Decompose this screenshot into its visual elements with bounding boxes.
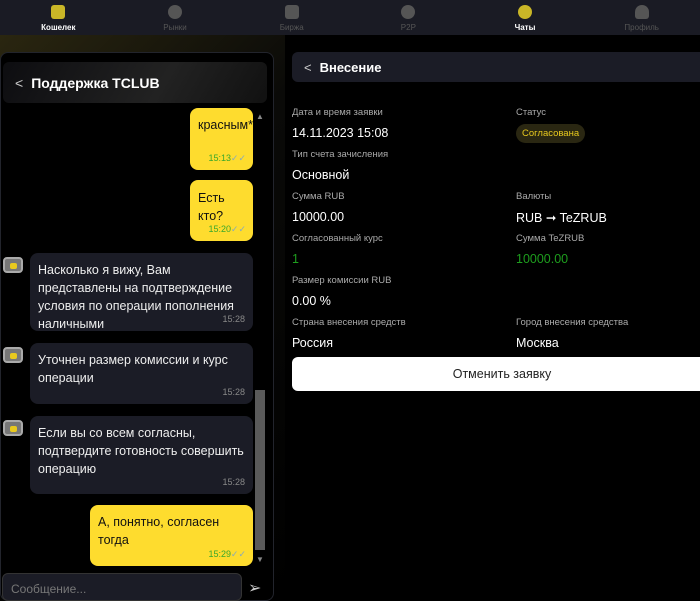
message-time: 15:20: [208, 224, 231, 234]
read-ticks-icon: ✓✓: [230, 549, 246, 559]
message-text: А, понятно, согласен тогда: [98, 515, 220, 547]
support-avatar: [3, 347, 23, 363]
sum-rub-value: 10000.00: [292, 210, 345, 224]
city-value: Москва: [516, 336, 559, 350]
message-time: 15:29: [208, 549, 231, 559]
nav-markets[interactable]: Рынки: [117, 0, 234, 35]
message-in: Насколько я вижу, Вам представлены на по…: [30, 253, 253, 331]
nav-label: Профиль: [624, 23, 659, 32]
top-nav: Кошелек Рынки Биржа P2P Чаты Профиль: [0, 0, 700, 35]
profile-icon: [634, 5, 649, 19]
message-text: Если вы со всем согласны, подтвердите го…: [38, 426, 244, 476]
country-value: Россия: [292, 336, 333, 350]
cancel-request-button[interactable]: Отменить заявку: [292, 357, 700, 391]
support-avatar: [3, 257, 23, 273]
currencies-value: RUB ➞ TeZRUB: [516, 211, 607, 225]
message-in: Уточнен размер комиссии и курс операции 1…: [30, 343, 253, 404]
message-input[interactable]: Сообщение...: [2, 573, 242, 601]
rate-value: 1: [292, 252, 299, 266]
message-text: Есть кто?: [198, 191, 225, 223]
nav-label: Биржа: [279, 23, 304, 32]
date-label: Дата и время заявки: [292, 107, 383, 118]
scroll-down-icon[interactable]: ▼: [256, 555, 264, 564]
sum-rub-label: Сумма RUB: [292, 191, 345, 202]
nav-label: Рынки: [163, 23, 187, 32]
city-label: Город внесения средства: [516, 317, 629, 328]
message-placeholder: Сообщение...: [11, 582, 87, 596]
message-text: Уточнен размер комиссии и курс операции: [38, 353, 228, 385]
message-time: 15:28: [222, 314, 245, 324]
chart-icon: [284, 5, 299, 19]
users-icon: [401, 5, 416, 19]
read-ticks-icon: ✓✓: [230, 224, 246, 234]
fee-value: 0.00 %: [292, 294, 331, 308]
back-chevron-icon[interactable]: <: [304, 60, 312, 75]
message-time: 15:28: [222, 477, 245, 487]
nav-label: Кошелек: [41, 23, 76, 32]
message-text: Насколько я вижу, Вам представлены на по…: [38, 263, 234, 331]
read-ticks-icon: ✓✓: [230, 153, 246, 163]
status-label: Статус: [516, 107, 547, 118]
message-out: Есть кто? 15:20 ✓✓: [190, 180, 253, 241]
nav-exchange[interactable]: Биржа: [233, 0, 350, 35]
nav-p2p[interactable]: P2P: [350, 0, 467, 35]
account-label: Тип счета зачисления: [292, 149, 389, 160]
message-text: красным*: [198, 118, 253, 132]
nav-label: P2P: [400, 23, 416, 32]
chat-scrollbar[interactable]: [255, 390, 265, 550]
message-in: Если вы со всем согласны, подтвердите го…: [30, 416, 253, 494]
support-avatar: [3, 420, 23, 436]
message-out: А, понятно, согласен тогда 15:29 ✓✓: [90, 505, 253, 566]
status-badge: Согласована: [516, 124, 586, 143]
chat-icon: [518, 5, 533, 19]
send-icon[interactable]: ➢: [248, 578, 261, 598]
currencies-label: Валюты: [516, 191, 552, 202]
date-value: 14.11.2023 15:08: [292, 126, 389, 140]
nav-label: Чаты: [514, 23, 536, 32]
chat-title: Поддержка TCLUB: [31, 74, 160, 91]
back-chevron-icon[interactable]: <: [15, 75, 23, 91]
details-header: < Внесение: [292, 52, 700, 82]
scroll-up-icon[interactable]: ▲: [256, 112, 264, 121]
sum-tez-label: Сумма TeZRUB: [516, 233, 585, 244]
wallet-icon: [51, 5, 66, 19]
details-title: Внесение: [319, 59, 382, 75]
nav-wallet[interactable]: Кошелек: [0, 0, 117, 35]
message-time: 15:28: [222, 387, 245, 397]
message-out: красным* 15:13 ✓✓: [190, 108, 253, 170]
rate-label: Согласованный курс: [292, 233, 383, 244]
account-value: Основной: [292, 168, 350, 182]
nav-profile[interactable]: Профиль: [583, 0, 700, 35]
country-label: Страна внесения средств: [292, 317, 406, 328]
nav-chats[interactable]: Чаты: [467, 0, 584, 35]
coins-icon: [168, 5, 182, 19]
fee-label: Размер комиссии RUB: [292, 275, 392, 286]
chat-header: < Поддержка TCLUB: [3, 62, 267, 103]
message-time: 15:13: [208, 153, 231, 163]
sum-tez-value: 10000.00: [516, 252, 569, 266]
